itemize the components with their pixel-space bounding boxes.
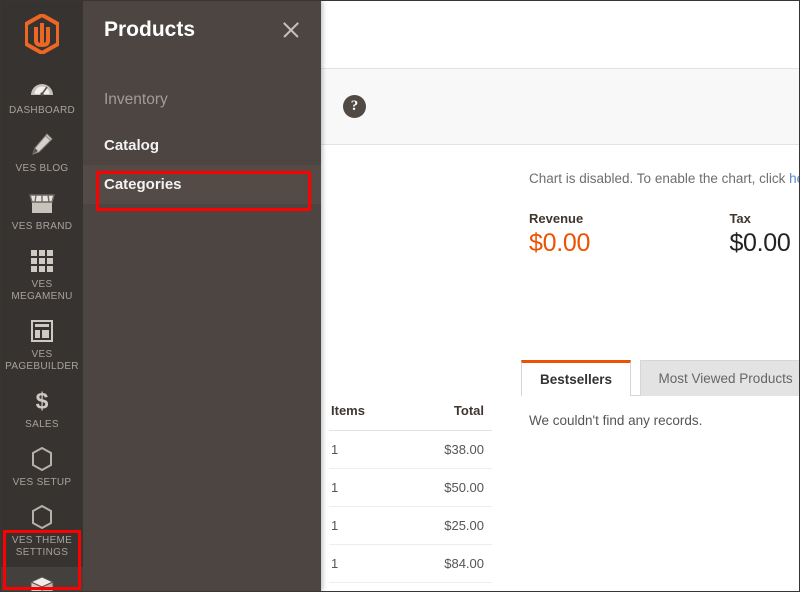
sidebar-item-ves-brand[interactable]: Ves Brand: [1, 183, 83, 241]
table-header-row: Items Total: [329, 397, 492, 431]
tab-empty-message: We couldn't find any records.: [529, 413, 703, 428]
main-content-area: ? Chart is disabled. To enable the chart…: [321, 1, 799, 591]
cell-items: 1: [329, 468, 402, 507]
chart-disabled-note: Chart is disabled. To enable the chart, …: [529, 171, 799, 186]
tab-most-viewed-products[interactable]: Most Viewed Products: [639, 360, 799, 396]
total-tax-label: Tax: [729, 211, 751, 226]
storefront-icon: [3, 190, 81, 216]
sidebar-label-ves-megamenu: Ves Brand: [11, 221, 73, 232]
cell-items: 1: [329, 506, 402, 545]
sidebar-item-ves-megamenu[interactable]: Ves Megamenu: [1, 241, 83, 311]
total-revenue-label: Revenue: [529, 211, 584, 226]
close-icon[interactable]: [279, 18, 303, 42]
magento-logo-icon: [25, 14, 59, 54]
cell-items: 1: [329, 430, 402, 469]
cell-total: $38.00: [401, 430, 492, 469]
magento-logo[interactable]: [1, 1, 83, 67]
admin-sidebar: Dashboard Ves Blog: [1, 1, 83, 591]
sidebar-label-ves-pagebuilder: Ves Pagebuilder: [5, 349, 79, 372]
table-row: 1 $25.00: [329, 506, 492, 545]
flyout-header: Products: [83, 1, 321, 63]
dashboard-totals: Revenue $0.00 Tax $0.00: [529, 211, 799, 258]
svg-text:$: $: [36, 388, 49, 414]
chart-disabled-text: Chart is disabled. To enable the chart, …: [529, 171, 790, 186]
cell-total: $25.00: [401, 506, 492, 545]
flyout-item-categories[interactable]: Categories: [83, 165, 321, 204]
cell-total: $374.00: [401, 583, 492, 592]
cell-items: 1: [329, 544, 402, 583]
sidebar-item-ves-setup[interactable]: Ves Setup: [1, 439, 83, 497]
sidebar-label-ves-megamenu-2: Ves Megamenu: [11, 279, 73, 302]
sidebar-label-ves-setup: Ves Setup: [12, 477, 72, 488]
cell-total: $84.00: [401, 544, 492, 583]
pencil-icon: [3, 132, 81, 158]
admin-top-bar: [321, 1, 799, 69]
total-revenue-value: $0.00: [529, 229, 591, 257]
help-icon[interactable]: ?: [343, 95, 366, 118]
table-row: 1 $84.00: [329, 544, 492, 583]
last-orders-table: Items Total 1 $38.00 1 $50.00 1 $25.00 1…: [329, 397, 492, 591]
flyout-section-inventory: Inventory: [104, 91, 168, 108]
hexagon-icon: [3, 446, 81, 472]
table-row: 6 $374.00: [329, 583, 492, 592]
sidebar-item-ves-pagebuilder[interactable]: Ves Pagebuilder: [1, 311, 83, 381]
dashboard-tabs: Bestsellers Most Viewed Products: [521, 360, 799, 396]
sidebar-label-ves-blog: Ves Blog: [15, 163, 69, 174]
hexagon-icon: [3, 504, 81, 530]
sidebar-item-products[interactable]: Products: [1, 567, 83, 591]
dollar-icon: $: [3, 388, 81, 414]
total-tax-value: $0.00: [729, 229, 791, 257]
table-row: 1 $38.00: [329, 430, 492, 469]
sidebar-label-sales: Sales: [25, 419, 59, 430]
cell-total: $50.00: [401, 468, 492, 507]
sidebar-label-dashboard: Dashboard: [8, 105, 76, 116]
sidebar-label-ves-theme-settings: Ves Theme Settings: [11, 535, 73, 558]
column-header-total: Total: [401, 397, 492, 431]
tab-bestsellers[interactable]: Bestsellers: [521, 360, 632, 396]
box-icon: [3, 574, 81, 591]
sidebar-item-ves-theme-settings[interactable]: Ves Theme Settings: [1, 497, 83, 567]
products-flyout-panel: Products Inventory Catalog Categories: [83, 1, 321, 591]
layout-icon: [3, 318, 81, 344]
grid-icon: [3, 248, 81, 274]
flyout-item-catalog[interactable]: Catalog: [83, 126, 321, 165]
column-header-items: Items: [329, 397, 402, 431]
total-revenue: Revenue $0.00: [529, 211, 725, 258]
gauge-icon: [3, 74, 81, 100]
enable-chart-link[interactable]: here: [789, 171, 799, 186]
table-row: 1 $50.00: [329, 468, 492, 507]
sidebar-item-sales[interactable]: $ Sales: [1, 381, 83, 439]
flyout-title: Products: [104, 18, 196, 41]
page-actions-bar: ?: [321, 69, 799, 145]
sidebar-item-ves-blog[interactable]: Ves Blog: [1, 125, 83, 183]
total-tax: Tax $0.00: [729, 211, 799, 258]
magento-admin-screen: ? Chart is disabled. To enable the chart…: [0, 0, 800, 592]
cell-items: 6: [329, 583, 401, 592]
sidebar-item-dashboard[interactable]: Dashboard: [1, 67, 83, 125]
